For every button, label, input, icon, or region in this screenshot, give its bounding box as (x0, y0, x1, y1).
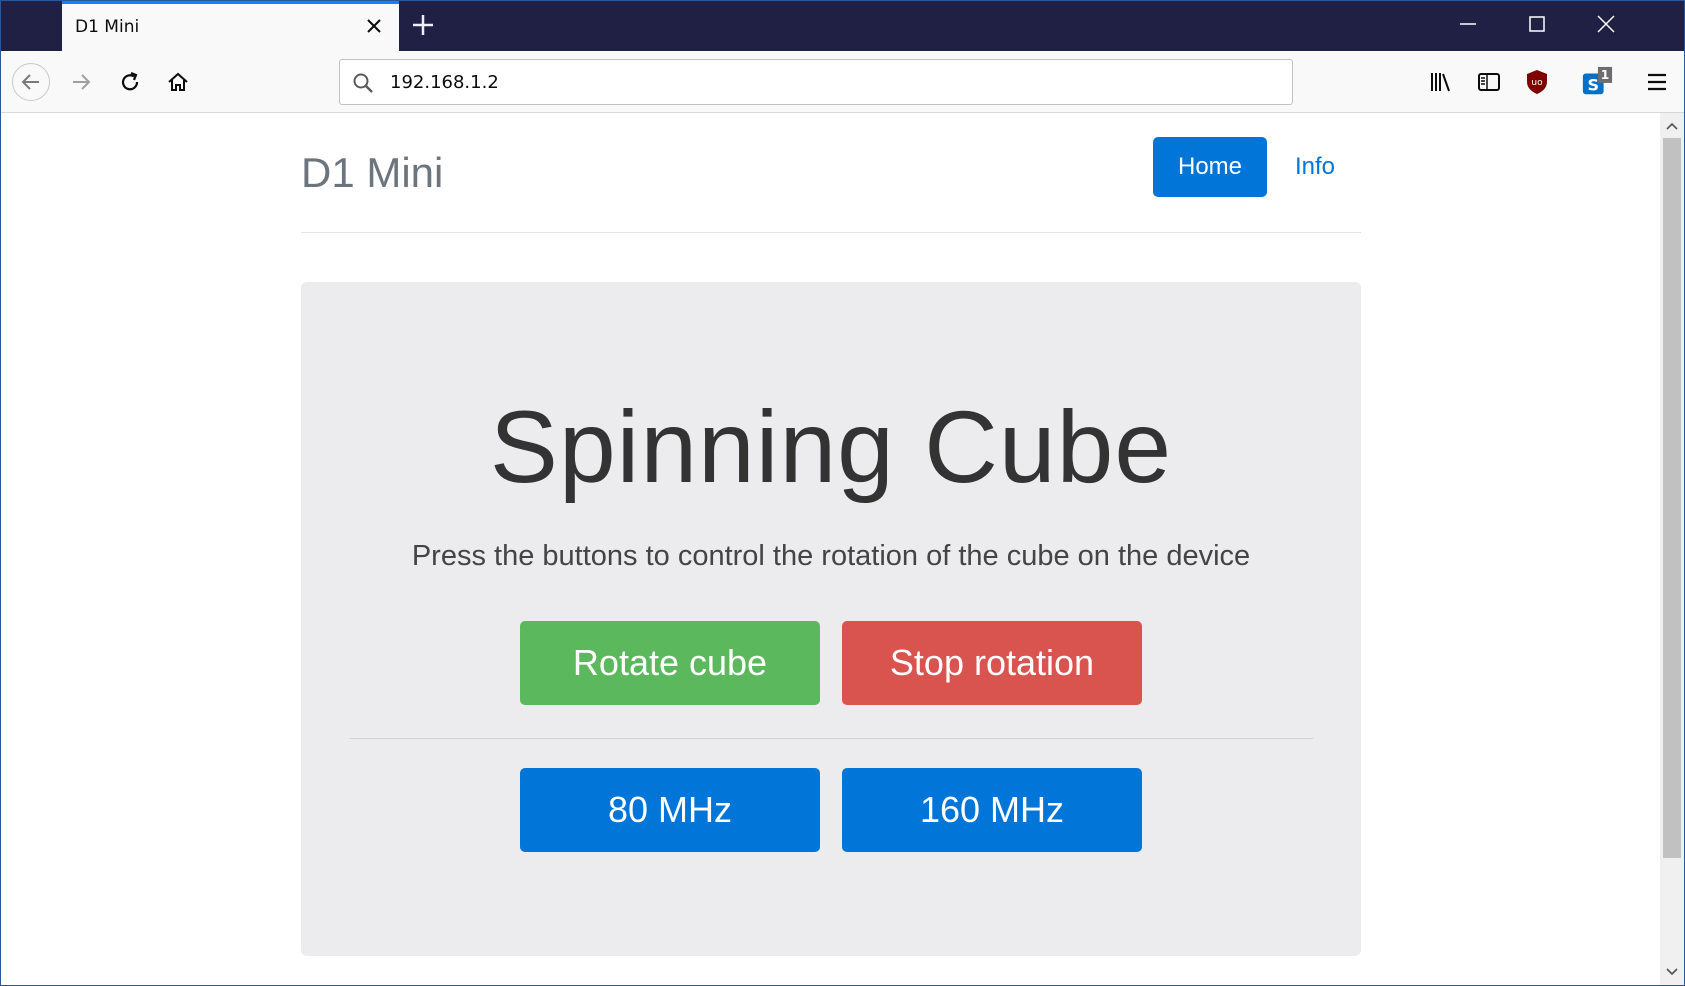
scrollbar-thumb[interactable] (1663, 138, 1681, 858)
minimize-icon[interactable] (1457, 13, 1479, 35)
reload-icon[interactable] (111, 63, 149, 101)
close-window-icon[interactable] (1595, 13, 1617, 35)
freq-160mhz-button[interactable]: 160 MHz (842, 768, 1142, 852)
menu-icon[interactable] (1641, 66, 1673, 98)
ublock-icon[interactable]: uo (1521, 66, 1553, 98)
ublock-label: uo (1531, 78, 1543, 88)
extension-badge: 1 (1601, 68, 1610, 82)
scroll-down-icon[interactable] (1660, 961, 1684, 983)
jumbotron-divider (349, 738, 1313, 739)
extension-s-icon[interactable]: S1 (1581, 66, 1613, 98)
svg-text:S: S (1587, 75, 1599, 94)
nav-info-link[interactable]: Info (1295, 137, 1335, 197)
library-icon[interactable] (1425, 66, 1457, 98)
brand-title[interactable]: D1 Mini (301, 149, 443, 197)
page-title: Spinning Cube (489, 390, 1173, 504)
tab-title: D1 Mini (75, 17, 140, 37)
header-divider (301, 232, 1361, 233)
sidebar-icon[interactable] (1473, 66, 1505, 98)
nav-home-button[interactable]: Home (1153, 137, 1267, 197)
back-icon[interactable] (12, 63, 50, 101)
lead-text: Press the buttons to control the rotatio… (411, 540, 1251, 572)
rotate-cube-button[interactable]: Rotate cube (520, 621, 820, 705)
search-icon (352, 72, 374, 94)
new-tab-icon[interactable] (409, 11, 437, 39)
browser-window: D1 Mini 192.168.1.2 uo S 1 D1 Mini Home … (0, 0, 1685, 986)
url-bar[interactable]: 192.168.1.2 (339, 59, 1293, 105)
scroll-up-icon[interactable] (1660, 115, 1684, 137)
jumbotron: Spinning Cube Press the buttons to contr… (301, 282, 1361, 956)
tab-strip: D1 Mini (1, 1, 1684, 51)
close-tab-icon[interactable] (363, 15, 385, 37)
freq-80mhz-button[interactable]: 80 MHz (520, 768, 820, 852)
stop-rotation-button[interactable]: Stop rotation (842, 621, 1142, 705)
vertical-scrollbar[interactable] (1660, 113, 1684, 985)
home-icon[interactable] (159, 63, 197, 101)
tab-d1-mini[interactable]: D1 Mini (62, 1, 399, 51)
url-text[interactable]: 192.168.1.2 (390, 72, 499, 93)
maximize-icon[interactable] (1526, 13, 1548, 35)
page-viewport: D1 Mini Home Info Spinning Cube Press th… (1, 113, 1661, 985)
forward-icon[interactable] (62, 63, 100, 101)
navigation-toolbar: 192.168.1.2 uo S1 (1, 51, 1684, 113)
